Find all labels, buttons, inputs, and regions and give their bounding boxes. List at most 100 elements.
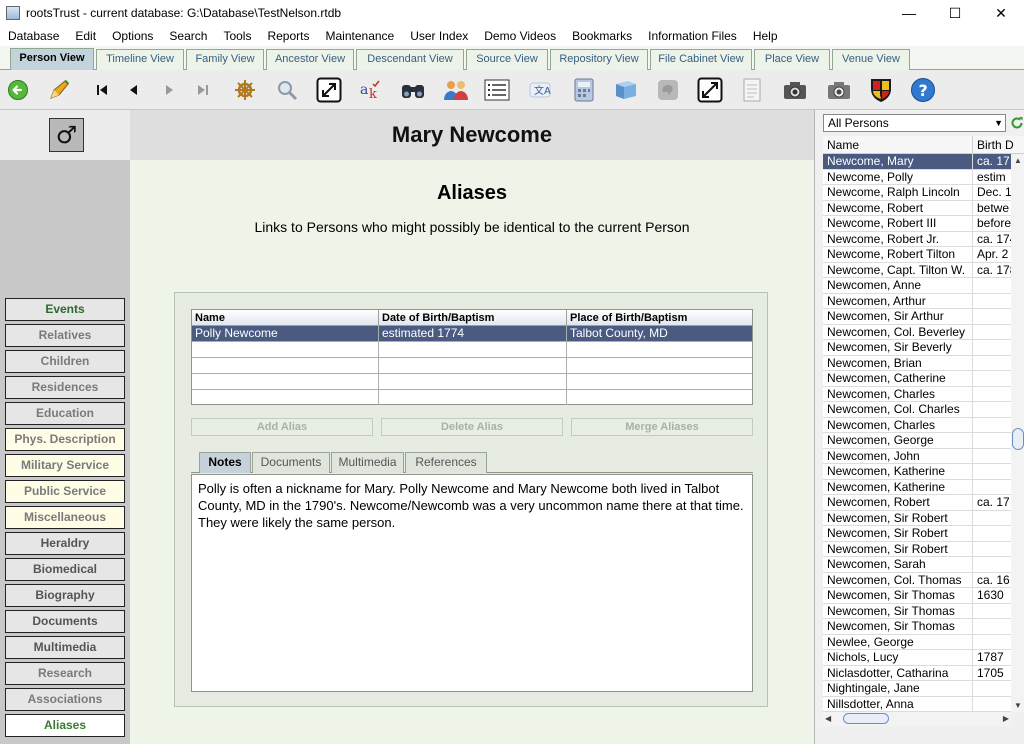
table-row-empty[interactable] xyxy=(192,342,752,358)
list-item[interactable]: Newcomen, Katherine xyxy=(823,464,1011,480)
menu-reports[interactable]: Reports xyxy=(259,26,317,46)
people-icon[interactable] xyxy=(441,75,471,105)
sidebar-item-relatives[interactable]: Relatives xyxy=(5,324,125,347)
list-item[interactable]: Newcomen, Catherine xyxy=(823,371,1011,387)
camera-alt-icon[interactable] xyxy=(824,75,854,105)
list-item[interactable]: Newcomen, Col. Beverley xyxy=(823,324,1011,340)
list-item[interactable]: Newcomen, Col. Charles xyxy=(823,402,1011,418)
list-item[interactable]: Niclasdotter, Catharina 1705 xyxy=(823,665,1011,681)
sidebar-item-public-service[interactable]: Public Service xyxy=(5,480,125,503)
tab-references[interactable]: References xyxy=(405,452,487,473)
list-item[interactable]: Newcomen, Sir Thomas 1630 xyxy=(823,588,1011,604)
list-item[interactable]: Newcomen, Charles xyxy=(823,386,1011,402)
list-item[interactable]: Newcome, Robert Jr. ca. 174 xyxy=(823,231,1011,247)
tab-venue-view[interactable]: Venue View xyxy=(832,49,910,70)
sidebar-item-miscellaneous[interactable]: Miscellaneous xyxy=(5,506,125,529)
menu-search[interactable]: Search xyxy=(161,26,215,46)
list-item[interactable]: Newcomen, Anne xyxy=(823,278,1011,294)
menu-edit[interactable]: Edit xyxy=(67,26,104,46)
menu-maintenance[interactable]: Maintenance xyxy=(318,26,403,46)
list-item[interactable]: Newcomen, Sir Arthur xyxy=(823,309,1011,325)
list-item[interactable]: Newcomen, Sir Thomas xyxy=(823,603,1011,619)
menu-information-files[interactable]: Information Files xyxy=(640,26,745,46)
spelling-icon[interactable]: ak xyxy=(356,75,386,105)
list-icon[interactable] xyxy=(482,75,512,105)
sidebar-item-events[interactable]: Events xyxy=(5,298,125,321)
menu-options[interactable]: Options xyxy=(104,26,161,46)
menu-demo-videos[interactable]: Demo Videos xyxy=(476,26,564,46)
list-item[interactable]: Newcomen, Arthur xyxy=(823,293,1011,309)
list-item[interactable]: Newcomen, John xyxy=(823,448,1011,464)
pencil-icon[interactable] xyxy=(44,75,74,105)
list-item[interactable]: Newcomen, Brian xyxy=(823,355,1011,371)
column-header-birth-date[interactable]: Birth D xyxy=(973,136,1024,154)
list-item[interactable]: Newcomen, Robert ca. 17 xyxy=(823,495,1011,511)
merge-aliases-button[interactable]: Merge Aliases xyxy=(571,418,753,436)
scroll-right-icon[interactable]: ▶ xyxy=(1003,714,1009,723)
list-item[interactable]: Newcomen, Sir Robert xyxy=(823,541,1011,557)
list-item[interactable]: Newcome, Mary ca. 17 xyxy=(823,154,1011,170)
back-arrow-icon[interactable] xyxy=(3,75,33,105)
calculator-icon[interactable] xyxy=(569,75,599,105)
notes-text[interactable]: Polly is often a nickname for Mary. Poll… xyxy=(191,474,753,692)
last-record-icon[interactable] xyxy=(188,75,218,105)
maximize-icon[interactable]: ☐ xyxy=(932,0,978,26)
ship-wheel-icon[interactable] xyxy=(230,75,260,105)
list-item[interactable]: Newcome, Robert III before xyxy=(823,216,1011,232)
sidebar-item-heraldry[interactable]: Heraldry xyxy=(5,532,125,555)
add-alias-button[interactable]: Add Alias xyxy=(191,418,373,436)
menu-tools[interactable]: Tools xyxy=(215,26,259,46)
binoculars-icon[interactable] xyxy=(398,75,428,105)
tab-file-cabinet-view[interactable]: File Cabinet View xyxy=(650,49,752,70)
translate-icon[interactable]: 文A xyxy=(525,75,555,105)
list-item[interactable]: Newlee, George xyxy=(823,634,1011,650)
menu-help[interactable]: Help xyxy=(745,26,786,46)
document-icon[interactable] xyxy=(737,75,767,105)
tab-repository-view[interactable]: Repository View xyxy=(550,49,648,70)
scroll-up-icon[interactable]: ▲ xyxy=(1014,156,1022,165)
list-item[interactable]: Newcomen, Sarah xyxy=(823,557,1011,573)
tab-source-view[interactable]: Source View xyxy=(466,49,548,70)
column-header-name[interactable]: Name xyxy=(192,310,379,326)
sidebar-item-residences[interactable]: Residences xyxy=(5,376,125,399)
sidebar-item-biomedical[interactable]: Biomedical xyxy=(5,558,125,581)
list-item[interactable]: Newcomen, George xyxy=(823,433,1011,449)
tab-family-view[interactable]: Family View xyxy=(186,49,264,70)
camera-icon[interactable] xyxy=(780,75,810,105)
list-item[interactable]: Newcome, Capt. Tilton W. ca. 178 xyxy=(823,262,1011,278)
delete-alias-button[interactable]: Delete Alias xyxy=(381,418,563,436)
column-header-place[interactable]: Place of Birth/Baptism xyxy=(567,310,752,326)
fullscreen-icon[interactable] xyxy=(695,75,725,105)
refresh-icon[interactable] xyxy=(1009,114,1024,132)
tab-descendant-view[interactable]: Descendant View xyxy=(356,49,464,70)
tab-place-view[interactable]: Place View xyxy=(754,49,830,70)
sidebar-item-military-service[interactable]: Military Service xyxy=(5,454,125,477)
scrollbar-thumb[interactable] xyxy=(1012,428,1024,450)
tab-documents[interactable]: Documents xyxy=(252,452,330,473)
help-icon[interactable]: ? xyxy=(908,75,938,105)
list-item[interactable]: Newcomen, Sir Thomas xyxy=(823,619,1011,635)
gender-male-icon[interactable]: ♂ xyxy=(49,118,84,152)
person-filter-select[interactable]: All Persons ▼ xyxy=(823,114,1006,132)
sidebar-item-research[interactable]: Research xyxy=(5,662,125,685)
list-item[interactable]: Newcomen, Col. Thomas ca. 16 xyxy=(823,572,1011,588)
close-icon[interactable]: ✕ xyxy=(978,0,1024,26)
list-item[interactable]: Newcome, Robert Tilton Apr. 2 xyxy=(823,247,1011,263)
tab-person-view[interactable]: Person View xyxy=(10,48,94,70)
sidebar-item-biography[interactable]: Biography xyxy=(5,584,125,607)
column-header-date[interactable]: Date of Birth/Baptism xyxy=(379,310,567,326)
list-item[interactable]: Newcomen, Sir Beverly xyxy=(823,340,1011,356)
scroll-left-icon[interactable]: ◀ xyxy=(825,714,831,723)
first-record-icon[interactable] xyxy=(87,75,117,105)
book-icon[interactable] xyxy=(611,75,641,105)
sidebar-item-education[interactable]: Education xyxy=(5,402,125,425)
next-record-icon[interactable] xyxy=(154,75,184,105)
sidebar-item-documents[interactable]: Documents xyxy=(5,610,125,633)
search-gear-icon[interactable] xyxy=(272,75,302,105)
sidebar-item-phys-description[interactable]: Phys. Description xyxy=(5,428,125,451)
menu-database[interactable]: Database xyxy=(0,26,67,46)
expand-icon[interactable] xyxy=(314,75,344,105)
list-item[interactable]: Newcomen, Charles xyxy=(823,417,1011,433)
list-item[interactable]: Nightingale, Jane xyxy=(823,681,1011,697)
horizontal-scrollbar[interactable]: ◀ ▶ xyxy=(823,712,1011,726)
